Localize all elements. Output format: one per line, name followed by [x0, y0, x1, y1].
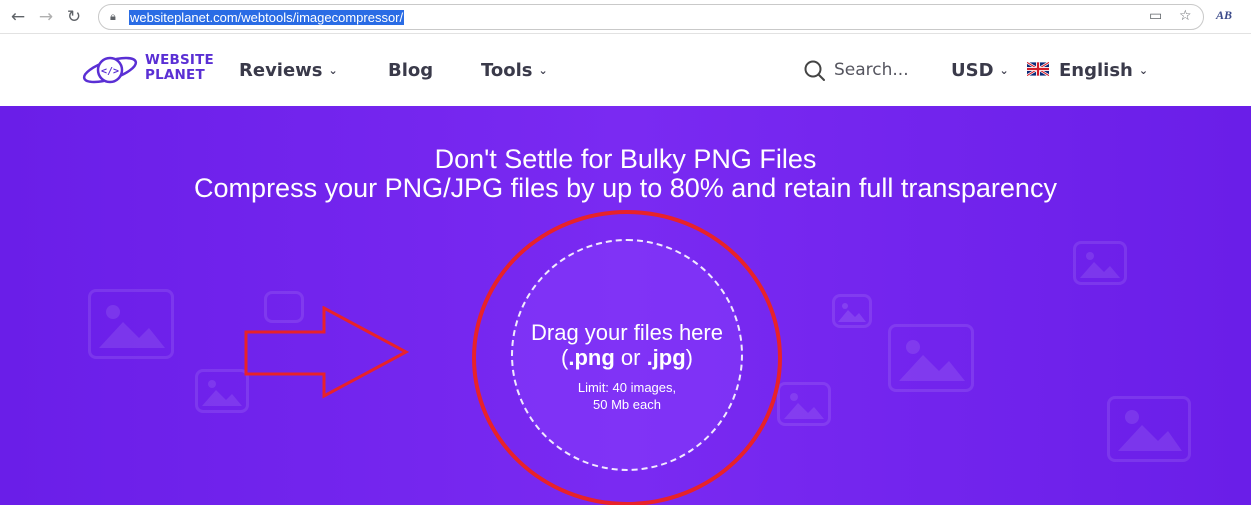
- drop-zone-formats: (.png or .jpg): [513, 345, 741, 371]
- image-placeholder-icon: [1107, 396, 1191, 462]
- profile-avatar[interactable]: AB: [1216, 8, 1232, 23]
- forward-arrow-icon[interactable]: →: [36, 7, 56, 27]
- browser-toolbar: ← → ↻ 🔒︎ websiteplanet.com/webtools/imag…: [0, 0, 1251, 34]
- nav-blog[interactable]: Blog: [388, 60, 433, 81]
- currency-selector[interactable]: USD ⌄: [951, 60, 1009, 81]
- url-text[interactable]: websiteplanet.com/webtools/imagecompress…: [129, 10, 405, 25]
- image-placeholder-icon: [195, 369, 249, 413]
- drop-zone-label: Drag your files here: [531, 320, 723, 345]
- chevron-down-icon: ⌄: [328, 64, 338, 77]
- language-selector[interactable]: English ⌄: [1059, 60, 1148, 81]
- chevron-down-icon: ⌄: [1138, 64, 1149, 77]
- lock-icon: 🔒︎: [110, 10, 116, 23]
- image-placeholder-icon: [88, 289, 174, 359]
- drop-zone-limit-size: 50 Mb each: [593, 397, 661, 412]
- image-placeholder-icon: [1073, 241, 1127, 285]
- nav-blog-label: Blog: [388, 60, 434, 81]
- image-placeholder-icon: [832, 294, 872, 328]
- search-placeholder: Search...: [834, 60, 909, 80]
- hero-subtitle: Compress your PNG/JPG files by up to 80%…: [194, 173, 1057, 203]
- search-input[interactable]: Search...: [803, 59, 909, 83]
- star-icon[interactable]: ☆: [1179, 8, 1192, 24]
- paren-close: ): [685, 345, 693, 370]
- address-bar[interactable]: 🔒︎ websiteplanet.com/webtools/imagecompr…: [98, 4, 1204, 30]
- reload-icon[interactable]: ↻: [64, 7, 84, 27]
- image-placeholder-icon: [888, 324, 974, 392]
- site-header: </> WEBSITE PLANET Reviews ⌄ Blog Tools ⌄ …: [0, 34, 1251, 106]
- language-label: English: [1059, 60, 1133, 81]
- nav-reviews[interactable]: Reviews ⌄: [239, 60, 338, 81]
- planet-logo-icon: </>: [82, 56, 138, 84]
- svg-text:</>: </>: [101, 66, 119, 77]
- format-jpg: .jpg: [646, 345, 686, 370]
- currency-label: USD: [951, 60, 994, 81]
- nav-tools-label: Tools: [481, 60, 533, 81]
- cast-icon[interactable]: ▭: [1149, 8, 1162, 24]
- format-or: or: [614, 345, 647, 370]
- logo-line-2: PLANET: [145, 67, 205, 83]
- nav-reviews-label: Reviews: [239, 60, 323, 81]
- nav-tools[interactable]: Tools ⌄: [481, 60, 548, 81]
- drop-zone-limit-count: Limit: 40 images,: [577, 380, 677, 395]
- format-png: .png: [568, 345, 615, 370]
- logo-text: WEBSITE PLANET: [145, 53, 214, 83]
- image-placeholder-icon: [777, 382, 831, 426]
- uk-flag-icon: [1027, 62, 1049, 76]
- back-arrow-icon[interactable]: ←: [8, 7, 28, 27]
- chevron-down-icon: ⌄: [999, 64, 1009, 77]
- hero-section: Don't Settle for Bulky PNG Files Compres…: [0, 106, 1251, 505]
- logo-line-1: WEBSITE: [145, 52, 214, 68]
- website-planet-logo[interactable]: </> WEBSITE PLANET: [80, 50, 214, 90]
- annotation-arrow-icon: [244, 306, 410, 399]
- file-drop-zone[interactable]: Drag your files here (.png or .jpg) Limi…: [511, 239, 743, 471]
- chevron-down-icon: ⌄: [538, 64, 548, 77]
- search-icon: [804, 60, 825, 81]
- hero-title: Don't Settle for Bulky PNG Files: [434, 144, 817, 174]
